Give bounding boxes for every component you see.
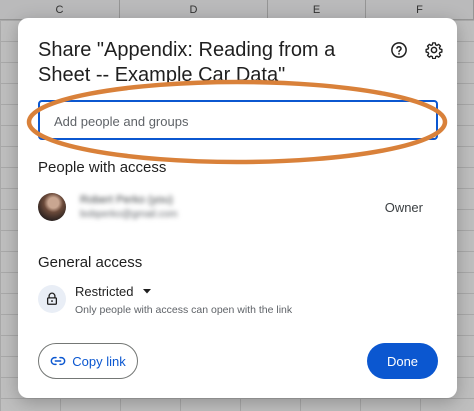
share-dialog: Share "Appendix: Reading from a Sheet --… <box>18 18 457 398</box>
done-label: Done <box>386 353 419 369</box>
dropdown-arrow-icon <box>142 289 151 294</box>
people-with-access-heading: People with access <box>38 159 167 176</box>
avatar <box>38 193 66 221</box>
done-button[interactable]: Done <box>367 343 438 379</box>
dialog-title: Share "Appendix: Reading from a Sheet --… <box>38 39 336 86</box>
person-email: bobperko@gmail.com <box>80 209 178 220</box>
copy-link-button[interactable]: Copy link <box>38 343 138 379</box>
general-access-dropdown[interactable]: Restricted <box>75 282 152 300</box>
general-access-heading: General access <box>38 254 143 271</box>
person-role: Owner <box>384 200 423 215</box>
general-access-description: Only people with access can open with th… <box>75 304 293 316</box>
lock-icon <box>38 285 66 313</box>
person-name: Robert Perko (you) <box>80 194 173 206</box>
help-circle-icon[interactable] <box>389 40 409 60</box>
add-people-field[interactable] <box>38 100 438 140</box>
general-access-value: Restricted <box>75 283 134 299</box>
gear-icon[interactable] <box>424 40 444 60</box>
copy-link-label: Copy link <box>72 353 126 369</box>
link-icon <box>50 356 66 366</box>
add-people-input[interactable] <box>54 111 424 131</box>
person-row-owner: Robert Perko (you) bobperko@gmail.com Ow… <box>38 192 438 224</box>
